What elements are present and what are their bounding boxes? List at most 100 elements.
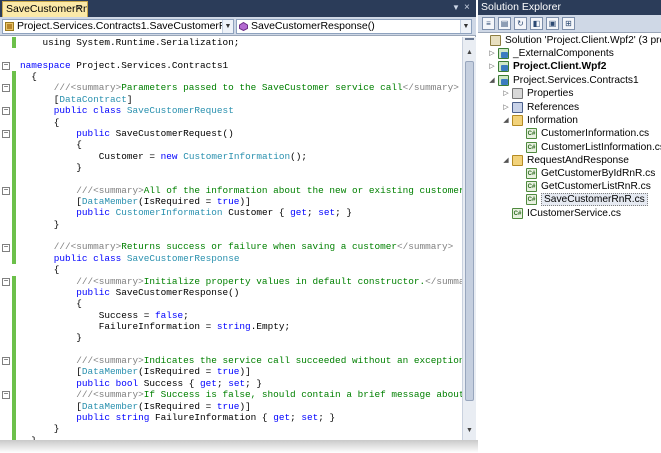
code-line[interactable]: {	[20, 117, 462, 128]
document-tab[interactable]: SaveCustomerRnR.cs ×	[2, 1, 88, 17]
code-token: (IsRequired =	[138, 196, 217, 208]
chevron-down-icon[interactable]: ▼	[460, 20, 471, 33]
code-line[interactable]: ///<summary>If Success is false, should …	[20, 389, 462, 400]
expanded-arrow-icon[interactable]: ◢	[502, 154, 510, 167]
code-line[interactable]: }	[20, 162, 462, 173]
scrollbar-thumb[interactable]	[465, 61, 474, 401]
code-token: {	[20, 116, 60, 128]
expanded-arrow-icon[interactable]: ◢	[502, 114, 510, 127]
code-line[interactable]	[20, 173, 462, 184]
code-line[interactable]: Customer = new CustomerInformation();	[20, 151, 462, 162]
code-line[interactable]: ///<summary>Returns success or failure w…	[20, 241, 462, 252]
expanded-arrow-icon[interactable]: ◢	[488, 74, 496, 87]
code-line[interactable]: {	[20, 71, 462, 82]
collapsed-arrow-icon[interactable]: ▷	[502, 87, 510, 100]
collapse-toggle-icon[interactable]: −	[2, 277, 10, 286]
collapse-toggle-icon[interactable]: −	[2, 391, 10, 400]
code-line[interactable]: public SaveCustomerRequest()	[20, 128, 462, 139]
code-line[interactable]: }	[20, 423, 462, 434]
code-line[interactable]: }	[20, 219, 462, 230]
code-line[interactable]: public SaveCustomerResponse()	[20, 287, 462, 298]
collapsed-arrow-icon[interactable]: ▷	[502, 101, 510, 114]
code-line[interactable]	[20, 230, 462, 241]
code-line[interactable]: ///<summary>Parameters passed to the Sav…	[20, 82, 462, 93]
code-line[interactable]: {	[20, 139, 462, 150]
code-area[interactable]: − − − − − − − − − using System.Runtime.Serializa…	[0, 37, 462, 440]
refresh-icon[interactable]: ↻	[514, 17, 527, 30]
tree-node-label: Information	[527, 115, 578, 126]
code-line[interactable]: [DataContract]	[20, 94, 462, 105]
code-line[interactable]: public string FailureInformation { get ; …	[20, 412, 462, 423]
view-code-icon[interactable]: ◧	[530, 17, 543, 30]
code-token: .Empty;	[250, 320, 291, 332]
collapse-toggle-icon[interactable]: −	[2, 61, 10, 70]
source-control-icon	[501, 52, 508, 58]
code-token: )]	[239, 400, 251, 412]
code-line[interactable]: ///<summary>All of the information about…	[20, 185, 462, 196]
chevron-down-icon[interactable]: ▼	[222, 20, 233, 33]
code-line[interactable]	[20, 344, 462, 355]
member-dropdown[interactable]: SaveCustomerResponse() ▼	[236, 19, 472, 34]
code-line[interactable]: using System.Runtime.Serialization;	[20, 37, 462, 48]
code-token: DataMember	[81, 400, 139, 412]
code-token: If Success is false, should contain a br…	[143, 389, 462, 401]
code-line[interactable]: [DataMember(IsRequired = true)]	[20, 366, 462, 377]
properties-button-icon[interactable]: ≡	[482, 17, 495, 30]
solution-explorer-toolbar: ≡ ▤ ↻ ◧ ▣ ⊞	[478, 15, 661, 33]
changed-lines-marker	[12, 275, 16, 440]
class-diagram-icon[interactable]: ⊞	[562, 17, 575, 30]
collapse-toggle-icon[interactable]: −	[2, 129, 10, 138]
collapse-toggle-icon[interactable]: −	[2, 84, 10, 93]
scroll-down-icon[interactable]: ▼	[464, 425, 475, 436]
code-line[interactable]: namespace Project.Services.Contracts1	[20, 60, 462, 71]
solution-tree[interactable]: Solution 'Project.Client.Wpf2' (3 projec…	[478, 34, 661, 453]
source-control-icon	[501, 65, 508, 71]
project-icon	[498, 75, 509, 86]
view-designer-icon[interactable]: ▣	[546, 17, 559, 30]
code-token: Returns success or failure when saving a…	[121, 241, 397, 253]
collapse-toggle-icon[interactable]: −	[2, 107, 10, 116]
member-dropdown-value: SaveCustomerResponse()	[251, 20, 375, 32]
collapsed-arrow-icon[interactable]: ▷	[488, 47, 496, 60]
code-text[interactable]: using System.Runtime.Serialization; names…	[20, 37, 462, 440]
code-token: Initialize property values in default co…	[143, 275, 426, 287]
code-line[interactable]: {	[20, 264, 462, 275]
code-line[interactable]: [DataMember(IsRequired = true)]	[20, 401, 462, 412]
code-token: DataContract	[59, 93, 127, 105]
splitter-handle[interactable]	[465, 38, 474, 44]
code-line[interactable]: ///<summary>Indicates the service call s…	[20, 355, 462, 366]
type-dropdown[interactable]: Project.Services.Contracts1.SaveCustomer…	[2, 19, 234, 34]
code-token: </summary>	[402, 82, 459, 94]
code-token: public string	[20, 411, 150, 423]
code-line[interactable]: {	[20, 298, 462, 309]
collapse-toggle-icon[interactable]: −	[2, 186, 10, 195]
folder-icon	[512, 115, 523, 126]
code-line[interactable]: public bool Success { get; set; }	[20, 378, 462, 389]
code-line[interactable]: [DataMember(IsRequired = true)]	[20, 196, 462, 207]
code-line[interactable]: public CustomerInformation Customer { ge…	[20, 207, 462, 218]
code-token: get	[290, 207, 307, 219]
code-line[interactable]: ///<summary>Initialize property values i…	[20, 276, 462, 287]
code-line[interactable]: }	[20, 332, 462, 343]
code-token: get	[273, 411, 291, 423]
scroll-up-icon[interactable]: ▲	[464, 47, 475, 58]
code-token: public class	[20, 105, 122, 117]
collapse-toggle-icon[interactable]: −	[2, 357, 10, 366]
code-token: ///	[20, 82, 71, 94]
collapse-toggle-icon[interactable]: −	[2, 243, 10, 252]
code-line[interactable]: Success = false;	[20, 310, 462, 321]
show-all-files-icon[interactable]: ▤	[498, 17, 511, 30]
code-line[interactable]: public class SaveCustomerResponse	[20, 253, 462, 264]
tab-dropdown-icon[interactable]: ▼	[452, 3, 462, 13]
code-token: ]	[126, 93, 133, 105]
tree-node-label: RequestAndResponse	[527, 155, 629, 166]
collapsed-arrow-icon[interactable]: ▷	[488, 60, 496, 73]
cs-file-icon	[526, 168, 537, 179]
close-window-icon[interactable]: ×	[464, 3, 474, 13]
code-token: CustomerInformation	[115, 207, 223, 219]
code-line[interactable]: FailureInformation = string.Empty;	[20, 321, 462, 332]
code-line[interactable]	[20, 48, 462, 59]
vertical-scrollbar[interactable]: ▲ ▼	[462, 37, 476, 440]
code-line[interactable]: public class SaveCustomerRequest	[20, 105, 462, 116]
close-tab-icon[interactable]: ×	[74, 4, 84, 14]
